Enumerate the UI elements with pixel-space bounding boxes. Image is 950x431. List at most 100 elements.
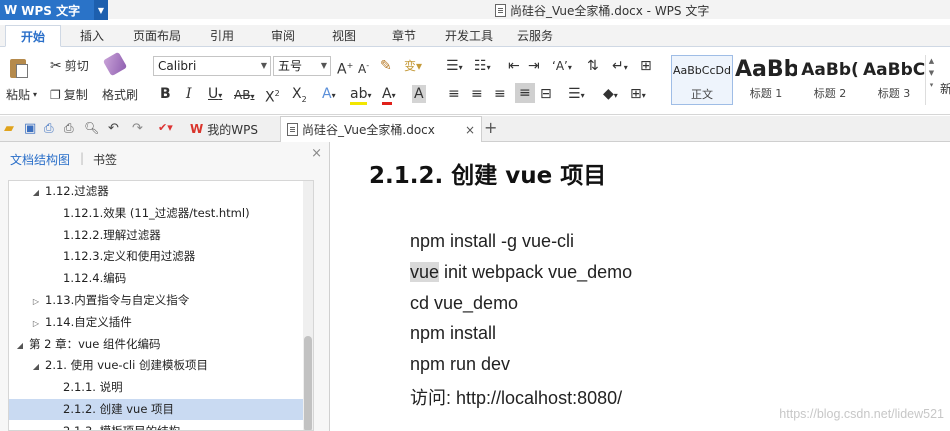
wps-menu-button[interactable]: W WPS 文字 ▼: [0, 0, 108, 20]
line-spacing-icon[interactable]: ☰▾: [568, 85, 585, 105]
close-tab-icon[interactable]: ×: [465, 123, 475, 137]
paste-label-button[interactable]: 粘贴 ▾: [6, 86, 37, 103]
chevron-up-icon[interactable]: ▲: [926, 55, 937, 67]
scissors-icon: ✂: [50, 57, 62, 74]
tree-item[interactable]: ◢ 2.1. 使用 vue-cli 创建模板项目: [9, 355, 305, 376]
new-style-label[interactable]: 新: [940, 80, 950, 97]
style-normal[interactable]: AaBbCcDd 正文: [671, 55, 733, 105]
distributed-icon[interactable]: ⊟: [540, 85, 552, 103]
new-tab-icon[interactable]: +: [484, 118, 497, 137]
superscript-icon[interactable]: X2: [265, 85, 280, 107]
bullet-list-icon[interactable]: ☰▾: [446, 57, 463, 77]
numbered-list-icon[interactable]: ☷▾: [474, 57, 491, 77]
tab-cloud[interactable]: 云服务: [508, 25, 562, 47]
tab-chapter[interactable]: 章节: [378, 25, 430, 47]
tree-item[interactable]: 1.12.1.效果 (11_过滤器/test.html): [9, 203, 305, 224]
tree-item[interactable]: ◢ 第 2 章：vue 组件化编码: [9, 334, 305, 355]
tab-bookmarks[interactable]: 书签: [93, 151, 117, 168]
close-icon[interactable]: ×: [311, 146, 322, 161]
customize-icon[interactable]: ✔▾: [158, 121, 173, 135]
strikethrough-icon[interactable]: AB▾: [234, 86, 254, 106]
tree-item[interactable]: ▷ 1.14.自定义插件: [9, 312, 305, 333]
borders-icon[interactable]: ⊞▾: [630, 85, 646, 105]
align-left-icon[interactable]: ≡: [448, 85, 460, 103]
tree-item[interactable]: ▷ 1.13.内置指令与自定义指令: [9, 290, 305, 311]
show-marks-icon[interactable]: ↵▾: [612, 57, 628, 77]
scrollbar-thumb[interactable]: [304, 336, 312, 430]
export-pdf-icon[interactable]: ⎙: [44, 121, 58, 135]
bold-icon[interactable]: B: [160, 85, 171, 103]
tree-item[interactable]: 1.12.3.定义和使用过滤器: [9, 246, 305, 267]
tree-item[interactable]: 1.12.4.编码: [9, 268, 305, 289]
underline-icon[interactable]: U▾: [208, 85, 222, 105]
decrease-indent-icon[interactable]: ⇤: [508, 57, 520, 75]
tree-item[interactable]: 2.1.3. 模板项目的结构: [9, 421, 305, 430]
open-folder-icon[interactable]: ▰: [4, 121, 18, 136]
table-icon[interactable]: ⊞: [640, 57, 652, 75]
tab-references[interactable]: 引用: [196, 25, 248, 47]
tree-item-label: 1.12.过滤器: [45, 184, 109, 198]
style-heading-1[interactable]: AaBb 标题 1: [735, 55, 797, 105]
justify-icon[interactable]: ≡: [515, 83, 535, 103]
tree-scrollbar[interactable]: [303, 181, 313, 430]
subscript-icon[interactable]: X2: [292, 85, 307, 109]
tab-document[interactable]: 尚硅谷_Vue全家桶.docx ×: [280, 116, 482, 142]
clear-format-icon[interactable]: ✎: [380, 57, 392, 75]
chinese-layout-icon[interactable]: ‘A’▾: [552, 57, 572, 77]
increase-indent-icon[interactable]: ⇥: [528, 57, 540, 75]
style-name: 正文: [691, 88, 713, 101]
char-shading-icon[interactable]: A: [412, 85, 426, 103]
expand-icon[interactable]: ▾: [926, 79, 937, 91]
italic-icon[interactable]: I: [186, 85, 192, 103]
collapse-arrow-icon[interactable]: ◢: [31, 356, 41, 377]
tab-review[interactable]: 审阅: [257, 25, 309, 47]
tab-doc-map[interactable]: 文档结构图: [10, 151, 70, 168]
tab-view[interactable]: 视图: [318, 25, 370, 47]
font-color-icon[interactable]: A▾: [382, 85, 396, 105]
sort-icon[interactable]: ⇅: [587, 57, 599, 75]
align-right-icon[interactable]: ≡: [494, 85, 506, 103]
chevron-down-icon[interactable]: ▼: [94, 0, 108, 20]
cut-button[interactable]: ✂ 剪切: [50, 57, 89, 74]
font-name-value: Calibri: [158, 59, 197, 73]
tree-item-label: 2.1.2. 创建 vue 项目: [63, 402, 175, 416]
redo-icon[interactable]: ↷: [132, 121, 146, 136]
collapse-arrow-icon[interactable]: ◢: [31, 182, 41, 203]
format-painter-button[interactable]: 格式刷: [102, 86, 138, 103]
style-preview: AaBbCcDd: [673, 64, 731, 77]
align-center-icon[interactable]: ≡: [471, 85, 483, 103]
copy-button[interactable]: ❐ 复制: [50, 86, 88, 103]
pinyin-icon[interactable]: 变▾: [404, 57, 422, 75]
tab-developer[interactable]: 开发工具: [436, 25, 502, 47]
expand-arrow-icon[interactable]: ▷: [31, 313, 41, 334]
highlight-icon[interactable]: ab▾: [350, 85, 371, 105]
expand-arrow-icon[interactable]: ▷: [31, 291, 41, 312]
tree-item[interactable]: 2.1.2. 创建 vue 项目: [9, 399, 305, 420]
tree-item[interactable]: 1.12.2.理解过滤器: [9, 225, 305, 246]
tab-my-wps[interactable]: W 我的WPS: [184, 116, 264, 142]
print-icon[interactable]: ⎙: [64, 121, 78, 135]
shading-icon[interactable]: ◆▾: [603, 85, 618, 105]
text-effect-icon[interactable]: A▾: [322, 85, 336, 105]
font-name-select[interactable]: Calibri ▼: [153, 56, 271, 76]
paste-button[interactable]: [8, 55, 30, 79]
styles-scroll[interactable]: ▲ ▼ ▾: [925, 55, 937, 105]
shrink-font-icon[interactable]: A-: [358, 57, 369, 78]
tab-page-layout[interactable]: 页面布局: [124, 25, 190, 47]
collapse-arrow-icon[interactable]: ◢: [15, 335, 25, 356]
document-canvas[interactable]: 2.1.2. 创建 vue 项目 npm install -g vue-cli …: [331, 142, 950, 431]
code-line-rest: init webpack vue_demo: [439, 262, 633, 282]
chevron-down-icon[interactable]: ▼: [926, 67, 937, 79]
style-heading-3[interactable]: AaBbC 标题 3: [863, 55, 925, 105]
save-icon[interactable]: ▣: [24, 121, 38, 136]
grow-font-icon[interactable]: A+: [337, 57, 353, 79]
format-painter-icon[interactable]: [102, 51, 128, 77]
tab-insert[interactable]: 插入: [66, 25, 118, 47]
undo-icon[interactable]: ↶: [108, 121, 122, 136]
tree-item[interactable]: 2.1.1. 说明: [9, 377, 305, 398]
tree-item[interactable]: ◢ 1.12.过滤器: [9, 181, 305, 202]
style-heading-2[interactable]: AaBb( 标题 2: [799, 55, 861, 105]
tab-start[interactable]: 开始: [5, 25, 61, 47]
print-preview-icon[interactable]: 🔍︎: [84, 121, 99, 135]
font-size-select[interactable]: 五号 ▼: [273, 56, 331, 76]
